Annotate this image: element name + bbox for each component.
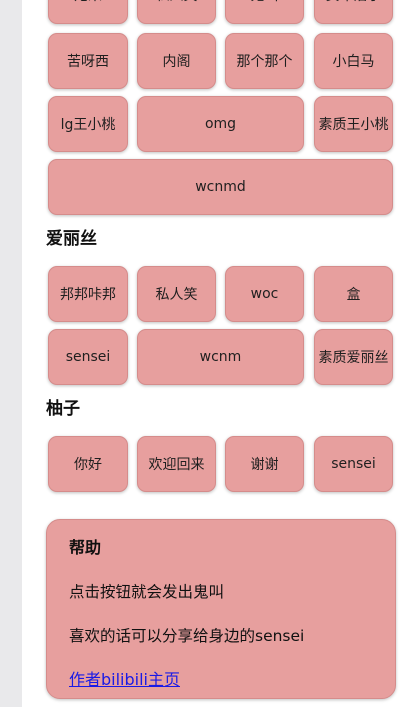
sound-button[interactable]: 素质爱丽丝: [314, 329, 393, 385]
sound-button[interactable]: 欢迎回来: [137, 436, 216, 492]
sound-button[interactable]: 你好: [48, 436, 128, 492]
sound-button[interactable]: 小白马: [314, 33, 393, 89]
sound-button[interactable]: 苦呀西: [48, 33, 128, 89]
sound-button[interactable]: woc: [225, 266, 304, 322]
sound-button[interactable]: 邦邦咔邦: [48, 266, 128, 322]
sound-button[interactable]: 素质王小桃: [314, 96, 393, 152]
sound-button[interactable]: wcnmd: [48, 159, 393, 215]
sound-button[interactable]: 内阁: [137, 33, 216, 89]
sound-button[interactable]: 私人笑: [137, 266, 216, 322]
sound-button[interactable]: 谢谢: [225, 436, 304, 492]
help-title: 帮助: [69, 538, 102, 557]
section-title-yuzu: 柚子: [46, 399, 80, 419]
sound-button[interactable]: omg: [137, 96, 304, 152]
help-line-2: 喜欢的话可以分享给身边的sensei: [69, 627, 305, 645]
section-title-alice: 爱丽丝: [46, 229, 97, 249]
author-bilibili-link[interactable]: 作者bilibili主页: [69, 666, 180, 690]
sound-button[interactable]: 那个那个: [225, 33, 304, 89]
sound-button[interactable]: wcnm: [137, 329, 304, 385]
sound-button[interactable]: 私人笑: [137, 0, 216, 24]
sound-button[interactable]: sensei: [48, 329, 128, 385]
help-card: 帮助 点击按钮就会发出鬼叫 喜欢的话可以分享给身边的sensei 作者bilib…: [46, 519, 396, 699]
sound-button[interactable]: 盒: [314, 266, 393, 322]
help-line-1: 点击按钮就会发出鬼叫: [69, 583, 225, 601]
sound-button[interactable]: 货车痞子: [314, 0, 393, 24]
sound-button[interactable]: lg王小桃: [48, 96, 128, 152]
sound-button[interactable]: 她来: [48, 0, 128, 24]
sound-button[interactable]: sensei: [314, 436, 393, 492]
left-edge-bar: [0, 0, 22, 707]
sound-button[interactable]: 鬼叫: [225, 0, 304, 24]
